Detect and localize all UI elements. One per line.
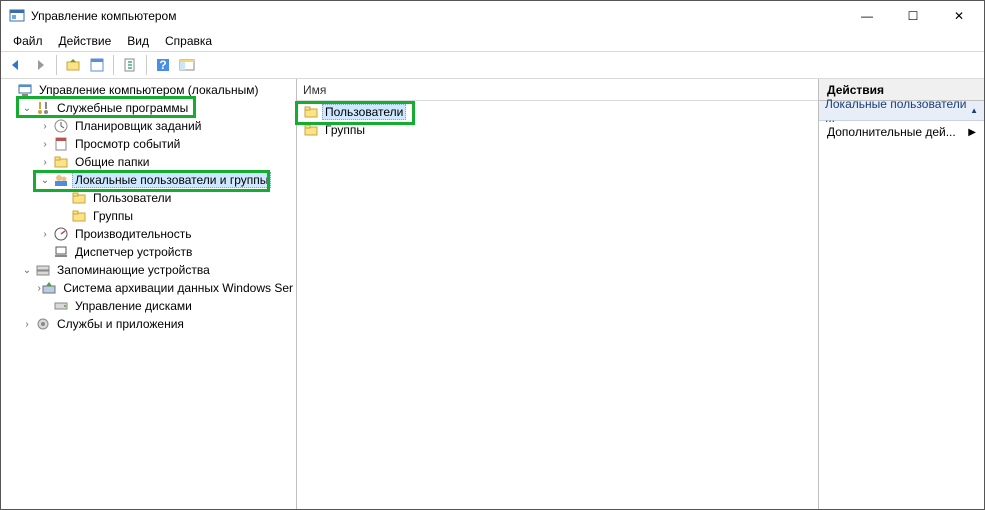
expand-toggle[interactable]: ⌄	[19, 103, 35, 114]
separator	[56, 55, 57, 75]
folder-icon	[71, 208, 87, 224]
menu-file[interactable]: Файл	[5, 32, 51, 50]
help-button[interactable]: ?	[152, 54, 174, 76]
minimize-button[interactable]: —	[844, 1, 890, 31]
collapse-icon: ▲	[970, 106, 978, 115]
tree-label: Просмотр событий	[72, 136, 183, 152]
expand-toggle[interactable]: ⌄	[19, 265, 35, 276]
separator	[146, 55, 147, 75]
tree-label: Общие папки	[72, 154, 152, 170]
list-header-name[interactable]: Имя	[297, 79, 818, 101]
actions-more-label: Дополнительные дей...	[827, 125, 956, 139]
toolbar: ?	[1, 51, 984, 79]
menu-view[interactable]: Вид	[119, 32, 157, 50]
tree-label: Группы	[90, 208, 136, 224]
tree-label: Управление дисками	[72, 298, 195, 314]
tree-storage[interactable]: ⌄ Запоминающие устройства	[19, 261, 296, 279]
tree-task-scheduler[interactable]: › Планировщик заданий	[37, 117, 296, 135]
separator	[113, 55, 114, 75]
tree-label: Производительность	[72, 226, 194, 242]
tree-label: Планировщик заданий	[72, 118, 204, 134]
tree-performance[interactable]: › Производительность	[37, 225, 296, 243]
tree-groups[interactable]: › Группы	[55, 207, 296, 225]
tree-local-users-groups[interactable]: ⌄ Локальные пользователи и группы	[37, 171, 296, 189]
menu-action[interactable]: Действие	[51, 32, 120, 50]
menu-help[interactable]: Справка	[157, 32, 220, 50]
tree-label: Служебные программы	[54, 100, 191, 116]
tree-label: Запоминающие устройства	[54, 262, 213, 278]
computer-icon	[17, 82, 33, 98]
list-item-label: Группы	[322, 122, 368, 138]
users-groups-icon	[53, 172, 69, 188]
app-icon	[9, 8, 25, 24]
refresh-button[interactable]	[119, 54, 141, 76]
shared-folder-icon	[53, 154, 69, 170]
tree-system-tools[interactable]: ⌄ Служебные программы	[19, 99, 296, 117]
svg-text:?: ?	[159, 58, 166, 72]
expand-toggle[interactable]: ›	[37, 229, 53, 240]
up-button[interactable]	[62, 54, 84, 76]
actions-section[interactable]: Локальные пользователи ... ▲	[819, 101, 984, 121]
list-item-groups[interactable]: Группы	[301, 121, 814, 139]
list-item-label: Пользователи	[322, 104, 406, 120]
menu-bar: Файл Действие Вид Справка	[1, 31, 984, 51]
folder-icon	[303, 122, 319, 138]
list-pane: Имя Пользователи Группы	[297, 79, 819, 509]
tree-event-viewer[interactable]: › Просмотр событий	[37, 135, 296, 153]
tree-root-label: Управление компьютером (локальным)	[36, 82, 262, 98]
event-icon	[53, 136, 69, 152]
device-icon	[53, 244, 69, 260]
folder-icon	[71, 190, 87, 206]
maximize-button[interactable]: ☐	[890, 1, 936, 31]
actions-pane: Действия Локальные пользователи ... ▲ До…	[819, 79, 984, 509]
backup-icon	[41, 280, 57, 296]
list-body: Пользователи Группы	[297, 101, 818, 509]
folder-icon	[303, 104, 319, 120]
services-icon	[35, 316, 51, 332]
main-content: ▶ Управление компьютером (локальным) ⌄ С…	[1, 79, 984, 509]
chevron-right-icon: ▶	[968, 127, 976, 138]
expand-toggle[interactable]: ›	[37, 157, 53, 168]
window-title: Управление компьютером	[31, 9, 844, 23]
window-buttons: — ☐ ✕	[844, 1, 982, 31]
actions-more[interactable]: Дополнительные дей... ▶	[819, 121, 984, 143]
expand-toggle[interactable]: ›	[37, 121, 53, 132]
tree-label: Диспетчер устройств	[72, 244, 195, 260]
tree-label: Пользователи	[90, 190, 174, 206]
close-button[interactable]: ✕	[936, 1, 982, 31]
tree-root[interactable]: ▶ Управление компьютером (локальным)	[1, 81, 296, 99]
tree-windows-backup[interactable]: › Система архивации данных Windows Ser	[37, 279, 296, 297]
expand-toggle[interactable]: ›	[37, 139, 53, 150]
properties-button[interactable]	[86, 54, 108, 76]
expand-toggle[interactable]: ⌄	[37, 175, 53, 186]
tree-label: Службы и приложения	[54, 316, 187, 332]
tree-pane: ▶ Управление компьютером (локальным) ⌄ С…	[1, 79, 297, 509]
storage-icon	[35, 262, 51, 278]
expand-toggle[interactable]: ›	[19, 319, 35, 330]
list-item-users[interactable]: Пользователи	[301, 103, 814, 121]
performance-icon	[53, 226, 69, 242]
tree-label: Система архивации данных Windows Ser	[60, 280, 296, 296]
tree-services-applications[interactable]: › Службы и приложения	[19, 315, 296, 333]
tools-icon	[35, 100, 51, 116]
forward-button[interactable]	[29, 54, 51, 76]
title-bar: Управление компьютером — ☐ ✕	[1, 1, 984, 31]
disk-icon	[53, 298, 69, 314]
show-hide-button[interactable]	[176, 54, 198, 76]
tree-disk-management[interactable]: › Управление дисками	[37, 297, 296, 315]
tree-label: Локальные пользователи и группы	[72, 172, 271, 188]
back-button[interactable]	[5, 54, 27, 76]
tree-shared-folders[interactable]: › Общие папки	[37, 153, 296, 171]
tree-device-manager[interactable]: › Диспетчер устройств	[37, 243, 296, 261]
tree-users[interactable]: › Пользователи	[55, 189, 296, 207]
clock-icon	[53, 118, 69, 134]
